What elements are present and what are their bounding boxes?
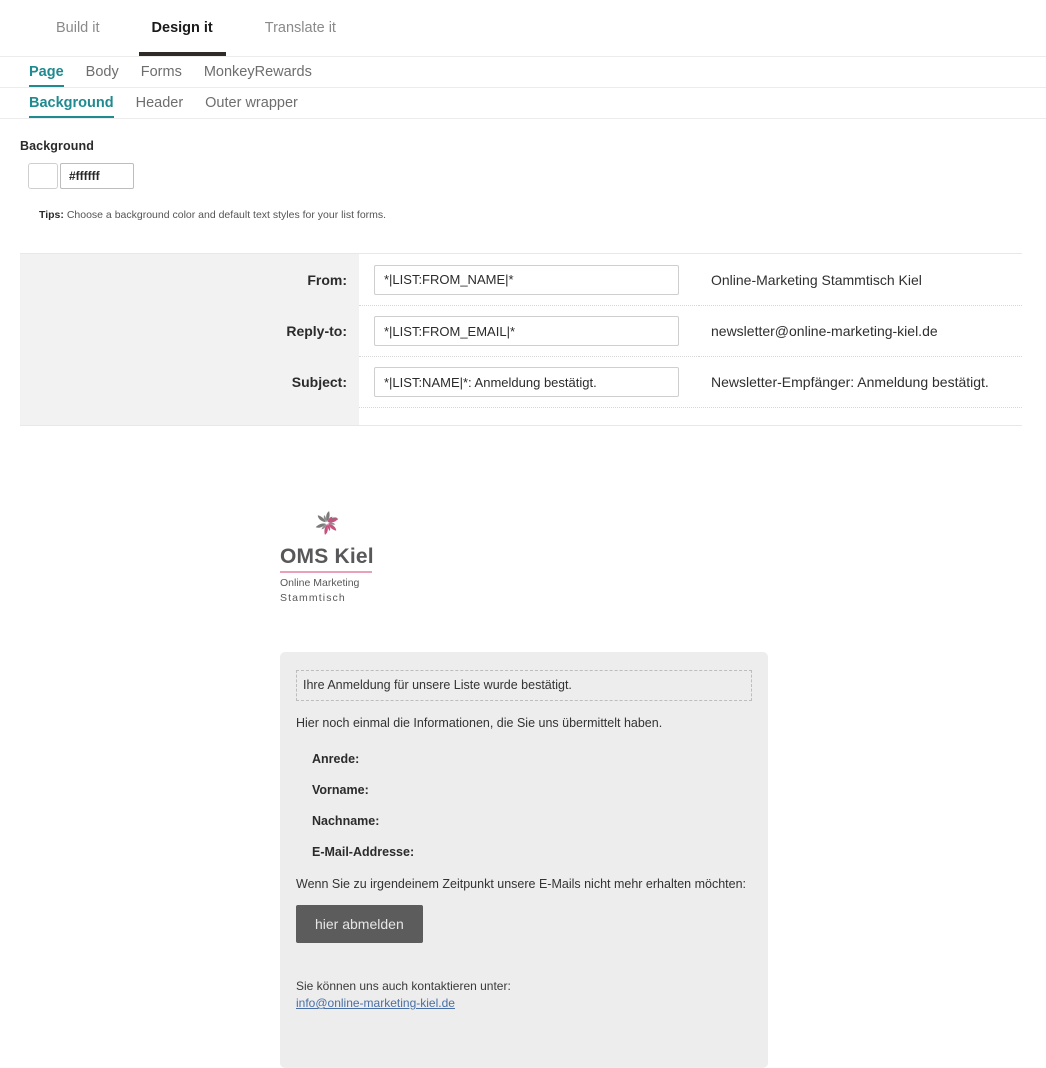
secondary-tab-bar: Page Body Forms MonkeyRewards [0, 57, 1046, 88]
tips-text: Choose a background color and default te… [66, 209, 387, 221]
tab-background[interactable]: Background [18, 88, 125, 118]
background-settings-section: Background Tips: Choose a background col… [0, 119, 1046, 221]
unsubscribe-button[interactable]: hier abmelden [296, 905, 423, 944]
setting-label: Subject: [20, 356, 359, 407]
logo-title: OMS Kiel [280, 545, 374, 568]
tab-body[interactable]: Body [75, 57, 130, 87]
primary-tab-bar: Build it Design it Translate it [0, 0, 1046, 57]
tab-label: Design it [151, 20, 213, 36]
tab-monkeyrewards[interactable]: MonkeyRewards [193, 57, 323, 87]
setting-input[interactable] [374, 316, 679, 346]
tab-label: Build it [56, 20, 100, 36]
setting-label: From: [20, 254, 359, 305]
contact-email-link[interactable]: info@online-marketing-kiel.de [296, 996, 455, 1010]
intro-text: Hier noch einmal die Informationen, die … [296, 716, 663, 731]
submitted-fields-list: Anrede: Vorname: Nachname: E-Mail-Addresse: [296, 752, 752, 859]
tab-translate-it[interactable]: Translate it [239, 0, 362, 56]
table-row: Subject: Newsletter-Empfänger: Anmeldung … [20, 356, 1022, 407]
tab-label: Header [135, 95, 184, 111]
setting-preview-value: Online-Marketing Stammtisch Kiel [711, 271, 922, 288]
logo-subtitle-line1: Online Marketing [280, 576, 360, 589]
tab-label: Background [29, 95, 114, 111]
setting-label: Reply-to: [20, 305, 359, 356]
tab-outer-wrapper[interactable]: Outer wrapper [194, 88, 309, 118]
email-settings-table: From: Online-Marketing Stammtisch Kiel Rep… [20, 253, 1022, 426]
setting-input-cell [359, 254, 699, 305]
background-color-input[interactable] [60, 163, 134, 189]
list-item: E-Mail-Addresse: [312, 845, 415, 860]
tab-label: Body [85, 64, 119, 80]
tab-header[interactable]: Header [125, 88, 195, 118]
list-item: Anrede: [312, 752, 360, 767]
tab-label: Page [29, 64, 64, 80]
tab-label: Outer wrapper [205, 95, 298, 111]
logo-divider-rule [280, 571, 372, 573]
setting-preview-value: newsletter@online-marketing-kiel.de [699, 305, 1022, 356]
list-item: Vorname: [312, 783, 369, 798]
setting-input[interactable] [374, 367, 679, 397]
tertiary-tab-bar: Background Header Outer wrapper [0, 88, 1046, 119]
tab-label: MonkeyRewards [203, 64, 312, 80]
setting-input-cell [359, 305, 699, 356]
unsubscribe-intro-text: Wenn Sie zu irgendeinem Zeitpunkt unsere… [296, 877, 746, 892]
email-preview: OMS Kiel Online Marketing Stammtisch Ihr… [0, 508, 1046, 1068]
tab-page[interactable]: Page [18, 57, 75, 87]
confirmation-message-box: Ihre Anmeldung für unsere Liste wurde be… [296, 670, 752, 702]
background-section-label: Background [20, 139, 94, 153]
oms-kiel-logo: OMS Kiel Online Marketing Stammtisch [280, 508, 390, 606]
list-item: Nachname: [312, 814, 380, 829]
email-body-panel: Ihre Anmeldung für unsere Liste wurde be… [280, 652, 768, 1068]
tab-design-it[interactable]: Design it [126, 0, 239, 56]
logo-subtitle-line2: Stammtisch [280, 591, 346, 604]
table-row: Reply-to: newsletter@online-marketing-kie… [20, 305, 1022, 356]
setting-preview-value: Newsletter-Empfänger: Anmeldung bestätig… [699, 356, 1022, 407]
tab-label: Forms [140, 64, 182, 80]
tips-prefix: Tips: [39, 209, 64, 221]
table-footer-spacer [20, 407, 1022, 425]
pinwheel-icon [315, 511, 339, 535]
setting-input[interactable] [374, 264, 679, 295]
background-tips: Tips: Choose a background color and defa… [20, 209, 1046, 221]
color-swatch-button[interactable] [28, 163, 58, 189]
setting-input-cell [359, 356, 699, 407]
tab-forms[interactable]: Forms [130, 57, 193, 87]
tab-build-it[interactable]: Build it [30, 0, 126, 56]
background-color-row [20, 163, 1046, 189]
contact-text: Sie können uns auch kontaktieren unter: [296, 979, 511, 994]
table-row: From: Online-Marketing Stammtisch Kiel [20, 254, 1022, 305]
tab-label: Translate it [264, 20, 336, 36]
